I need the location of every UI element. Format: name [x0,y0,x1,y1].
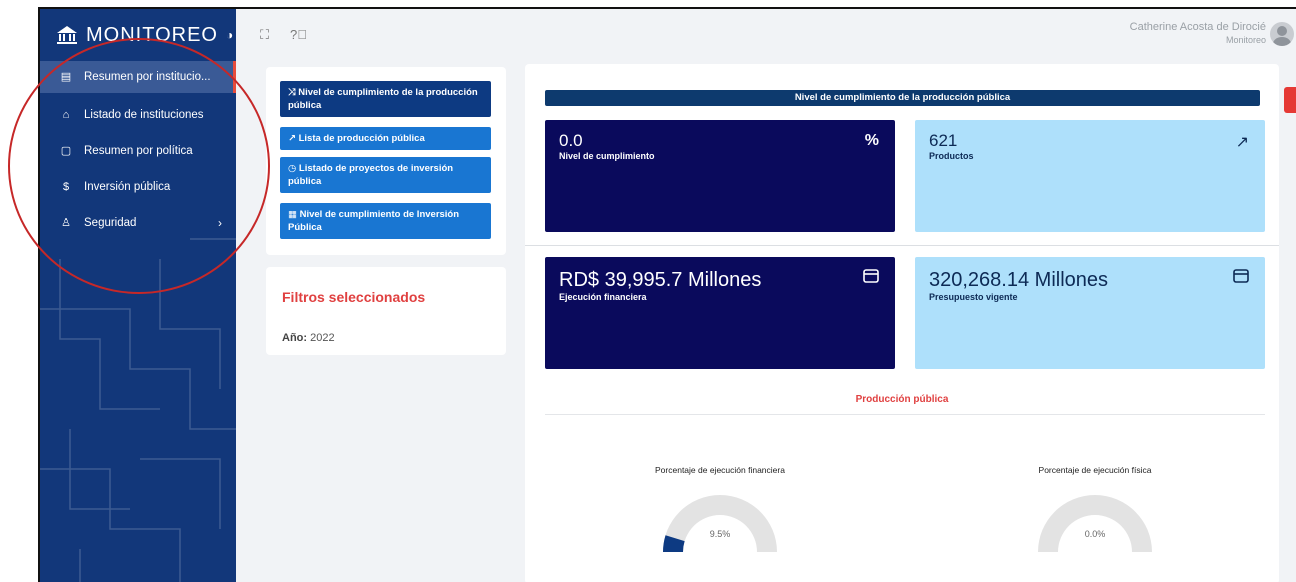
brand-title: MONITOREO [86,23,218,46]
avatar[interactable] [1270,22,1294,46]
percent-icon: % [864,132,879,149]
kpi-label: Productos [929,151,974,161]
sidebar-item-resumen-politica[interactable]: ▢ Resumen por política [40,133,236,169]
sidebar-item-label: Inversión pública [84,181,171,193]
sidebar-item-inversion-publica[interactable]: $ Inversión pública [40,169,236,205]
topbar: ⛶ ?⃝ Catherine Acosta de Dirocié Monitor… [236,9,1296,59]
kpi-value: RD$ 39,995.7 Millones [559,269,762,291]
app-window: MONITOREO ◑ ▤ Resumen por institucio... … [38,7,1296,582]
gauge-chart [663,495,777,552]
kpi-label: Presupuesto vigente [929,292,1018,302]
kpi-presupuesto-vigente: 320,268.14 Millones Presupuesto vigente [915,257,1265,369]
kpi-label: Nivel de cumplimiento [559,151,655,161]
main-card: Nivel de cumplimiento de la producción p… [525,64,1279,582]
sidebar-item-label: Resumen por política [84,145,193,157]
link-nivel-cumplimiento-produccion[interactable]: ⤨ Nivel de cumplimiento de la producción… [280,81,491,117]
sidebar-item-seguridad[interactable]: ♙ Seguridad › [40,205,236,241]
document-icon: ▤ [60,71,72,83]
kpi-label: Ejecución financiera [559,292,647,302]
help-icon[interactable]: ?⃝ [290,27,307,42]
filters-card: Filtros seleccionados Año: 2022 [266,267,506,355]
report-links-card: ⤨ Nivel de cumplimiento de la producción… [266,67,506,255]
fullscreen-icon[interactable]: ⛶ [260,27,269,43]
divider [545,414,1265,415]
kpi-value: 0.0 [559,131,583,150]
sidebar-item-resumen-institucion[interactable]: ▤ Resumen por institucio... [40,61,236,93]
building-icon: ⌂ [62,109,70,121]
gauge-value: 9.5% [709,529,731,539]
section-title: Producción pública [855,394,949,405]
chevron-right-icon: › [218,216,222,230]
sidebar-toggle-icon[interactable]: ◑ [226,28,233,42]
link-lista-produccion[interactable]: ↗ Lista de producción pública [280,127,491,150]
filters-title: Filtros seleccionados [282,289,426,305]
kpi-value: 621 [929,131,958,150]
user-role: Monitoreo [1225,35,1266,45]
trending-up-icon: ↗ [1235,134,1249,151]
settings-side-tab[interactable] [1284,87,1296,113]
gauge-chart [1038,495,1152,552]
divider [525,245,1279,246]
link-proyectos-inversion[interactable]: ◷ Listado de proyectos de inversión públ… [280,157,491,193]
brand[interactable]: MONITOREO ◑ [40,9,236,61]
gauge-title: Porcentaje de ejecución financiera [655,465,785,475]
user-icon: ♙ [61,217,71,229]
kpi-productos: 621 Productos ↗ [915,120,1265,232]
user-name: Catherine Acosta de Dirocié [1129,21,1266,33]
gauge-value: 0.0% [1084,529,1106,539]
dollar-icon: $ [62,181,70,193]
card-icon [863,269,879,283]
filter-year-value: 2022 [310,332,335,344]
sidebar-item-label: Seguridad [84,217,137,229]
sidebar-item-listado-instituciones[interactable]: ⌂ Listado de instituciones [40,97,236,133]
gauge-title: Porcentaje de ejecución física [1038,465,1152,475]
clipboard-icon: ▢ [60,145,72,157]
card-icon [1233,269,1249,283]
kpi-ejecucion-financiera: RD$ 39,995.7 Millones Ejecución financie… [545,257,895,369]
sidebar-item-label: Resumen por institucio... [84,71,211,83]
sidebar-item-label: Listado de instituciones [84,109,204,121]
gauge-ejecucion-fisica: Porcentaje de ejecución física 0.0% [980,465,1210,582]
main-header: Nivel de cumplimiento de la producción p… [545,90,1260,106]
link-cumplimiento-inversion[interactable]: ▦ Nivel de cumplimiento de Inversión Púb… [280,203,491,239]
filter-year: Año: 2022 [282,332,335,344]
kpi-value: 320,268.14 Millones [929,269,1109,291]
sidebar: MONITOREO ◑ ▤ Resumen por institucio... … [40,9,236,582]
gauge-ejecucion-financiera: Porcentaje de ejecución financiera 9.5% [605,465,835,582]
user-info[interactable]: Catherine Acosta de Dirocié Monitoreo [1130,21,1266,47]
filter-year-label: Año: [282,332,308,344]
sidebar-nav: ▤ Resumen por institucio... ⌂ Listado de… [40,61,236,241]
kpi-nivel-cumplimiento: 0.0 Nivel de cumplimiento % [545,120,895,232]
government-building-icon [57,26,77,44]
